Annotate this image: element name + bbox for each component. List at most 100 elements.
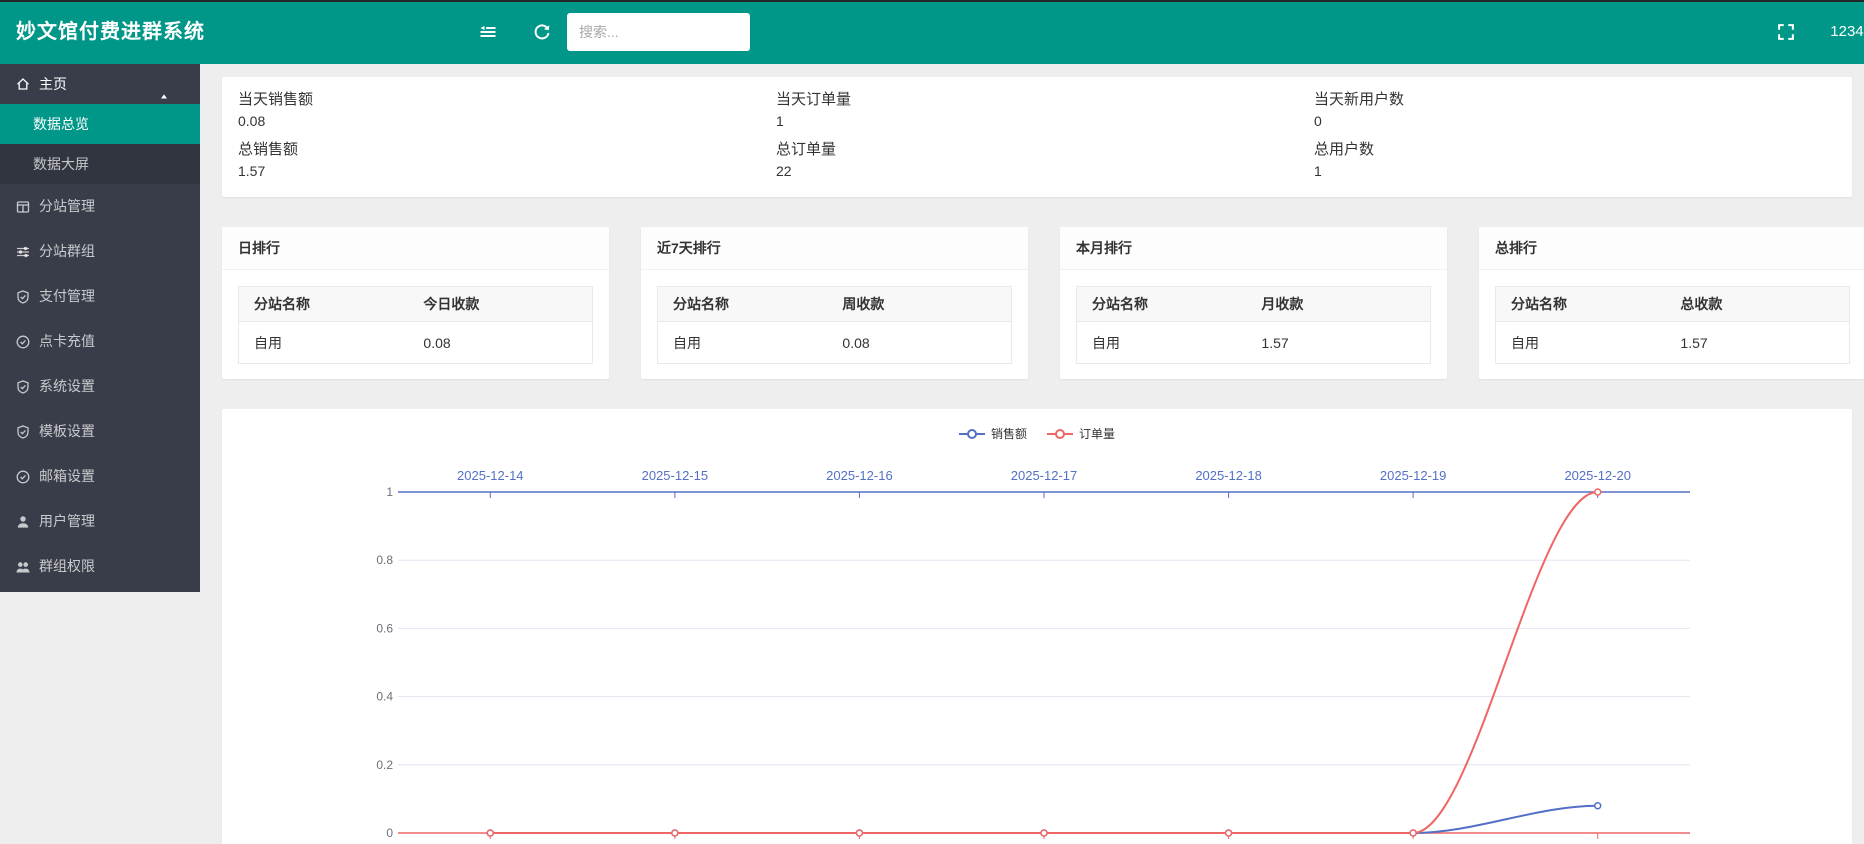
- sales-orders-chart-card: 销售额 订单量 00.20.40.60.812025-12-142025-12-1…: [222, 409, 1852, 844]
- rank-cell: 自用: [1496, 322, 1666, 364]
- stat-item: 当天新用户数0: [1314, 89, 1852, 139]
- rank-card-title: 近7天排行: [641, 227, 1028, 270]
- rank-card-title: 日排行: [222, 227, 609, 270]
- svg-text:0: 0: [386, 826, 393, 840]
- rank-card: 本月排行分站名称月收款自用1.57: [1060, 227, 1447, 379]
- sliders-icon: [15, 244, 31, 260]
- users-icon: [15, 559, 31, 575]
- sidebar-item[interactable]: 分站管理: [0, 184, 200, 229]
- stat-item: 总销售额1.57: [238, 139, 776, 189]
- sidebar-item-label: 分站群组: [39, 229, 95, 274]
- sidebar-nav: 主页数据总览数据大屏分站管理分站群组支付管理点卡充值系统设置模板设置邮箱设置用户…: [0, 64, 200, 592]
- refresh-icon[interactable]: [532, 22, 552, 42]
- rank-col-header: 分站名称: [658, 287, 828, 322]
- rank-card: 总排行分站名称总收款自用1.57: [1479, 227, 1864, 379]
- svg-text:0.4: 0.4: [376, 690, 393, 704]
- sidebar-item-label: 邮箱设置: [39, 454, 95, 499]
- stat-label: 当天新用户数: [1314, 89, 1852, 111]
- rank-row: 自用1.57: [1077, 322, 1431, 364]
- window-top-edge: [0, 0, 1864, 2]
- legend-item[interactable]: 销售额: [959, 425, 1027, 442]
- badge-check-icon: [15, 334, 31, 350]
- rank-col-header: 周收款: [827, 287, 1011, 322]
- sidebar-item[interactable]: 支付管理: [0, 274, 200, 319]
- svg-text:0.2: 0.2: [376, 758, 393, 772]
- svg-text:2025-12-19: 2025-12-19: [1380, 468, 1447, 483]
- stat-value: 22: [776, 161, 1314, 181]
- main-content: 当天销售额0.08当天订单量1当天新用户数0总销售额1.57总订单量22总用户数…: [200, 64, 1864, 844]
- shield-check-icon: [15, 424, 31, 440]
- topbar: 妙文馆付费进群系统 12345: [0, 0, 1864, 64]
- badge-check-icon: [15, 469, 31, 485]
- svg-text:0.6: 0.6: [376, 621, 393, 635]
- rank-cell: 自用: [658, 322, 828, 364]
- rank-card-title: 总排行: [1479, 227, 1864, 270]
- rank-cell: 0.08: [827, 322, 1011, 364]
- search-input[interactable]: [567, 13, 750, 51]
- stat-item: 总用户数1: [1314, 139, 1852, 189]
- sidebar-item-label: 支付管理: [39, 274, 95, 319]
- sidebar-item[interactable]: 点卡充值: [0, 319, 200, 364]
- stat-item: 当天订单量1: [776, 89, 1314, 139]
- sales-orders-chart: 00.20.40.60.812025-12-142025-12-142025-1…: [222, 409, 1852, 844]
- chevron-up-icon: [158, 78, 170, 90]
- chart-legend: 销售额 订单量: [222, 425, 1852, 442]
- sidebar-subitem[interactable]: 数据大屏: [0, 144, 200, 184]
- rank-cell: 自用: [1077, 322, 1247, 364]
- rank-cell: 自用: [239, 322, 409, 364]
- app-title: 妙文馆付费进群系统: [16, 0, 205, 64]
- collapse-menu-icon[interactable]: [478, 22, 498, 42]
- ranking-cards-row: 日排行分站名称今日收款自用0.08近7天排行分站名称周收款自用0.08本月排行分…: [222, 227, 1864, 379]
- stat-value: 0: [1314, 111, 1852, 131]
- stat-value: 1: [1314, 161, 1852, 181]
- svg-text:2025-12-16: 2025-12-16: [826, 468, 893, 483]
- rank-card: 日排行分站名称今日收款自用0.08: [222, 227, 609, 379]
- stat-value: 1: [776, 111, 1314, 131]
- stats-overview-card: 当天销售额0.08当天订单量1当天新用户数0总销售额1.57总订单量22总用户数…: [222, 77, 1852, 197]
- rank-cell: 0.08: [408, 322, 592, 364]
- fullscreen-icon[interactable]: [1776, 22, 1796, 42]
- sidebar-item[interactable]: 邮箱设置: [0, 454, 200, 499]
- rank-col-header: 分站名称: [239, 287, 409, 322]
- sidebar-item[interactable]: 模板设置: [0, 409, 200, 454]
- sidebar-item-label: 系统设置: [39, 364, 95, 409]
- rank-table: 分站名称今日收款自用0.08: [238, 286, 593, 364]
- sidebar-item[interactable]: 系统设置: [0, 364, 200, 409]
- sidebar-item-label: 用户管理: [39, 499, 95, 544]
- user-icon: [15, 514, 31, 530]
- svg-text:0.8: 0.8: [376, 553, 393, 567]
- home-icon: [15, 76, 31, 92]
- sidebar-item[interactable]: 主页: [0, 64, 200, 104]
- rank-col-header: 分站名称: [1496, 287, 1666, 322]
- legend-label: 订单量: [1079, 425, 1115, 442]
- rank-row: 自用1.57: [1496, 322, 1850, 364]
- sidebar-subitem[interactable]: 数据总览: [0, 104, 200, 144]
- rank-cell: 1.57: [1665, 322, 1849, 364]
- svg-text:2025-12-14: 2025-12-14: [457, 468, 524, 483]
- svg-text:2025-12-18: 2025-12-18: [1195, 468, 1262, 483]
- stat-item: 当天销售额0.08: [238, 89, 776, 139]
- stat-value: 1.57: [238, 161, 776, 181]
- rank-row: 自用0.08: [658, 322, 1012, 364]
- rank-table: 分站名称月收款自用1.57: [1076, 286, 1431, 364]
- shield-check-icon: [15, 289, 31, 305]
- legend-item[interactable]: 订单量: [1047, 425, 1115, 442]
- sidebar-item-label: 点卡充值: [39, 319, 95, 364]
- rank-cell: 1.57: [1246, 322, 1430, 364]
- stat-value: 0.08: [238, 111, 776, 131]
- rank-col-header: 月收款: [1246, 287, 1430, 322]
- stat-label: 当天销售额: [238, 89, 776, 111]
- sidebar-item[interactable]: 用户管理: [0, 499, 200, 544]
- svg-text:2025-12-20: 2025-12-20: [1564, 468, 1631, 483]
- rank-col-header: 今日收款: [408, 287, 592, 322]
- rank-col-header: 分站名称: [1077, 287, 1247, 322]
- rank-table: 分站名称周收款自用0.08: [657, 286, 1012, 364]
- username-menu[interactable]: 12345: [1830, 0, 1864, 64]
- sidebar-item-label: 主页: [39, 64, 67, 104]
- sidebar-item-label: 分站管理: [39, 184, 95, 229]
- stat-label: 总销售额: [238, 139, 776, 161]
- sidebar-item[interactable]: 分站群组: [0, 229, 200, 274]
- sidebar-item[interactable]: 群组权限: [0, 544, 200, 589]
- rank-card-title: 本月排行: [1060, 227, 1447, 270]
- svg-text:2025-12-15: 2025-12-15: [642, 468, 709, 483]
